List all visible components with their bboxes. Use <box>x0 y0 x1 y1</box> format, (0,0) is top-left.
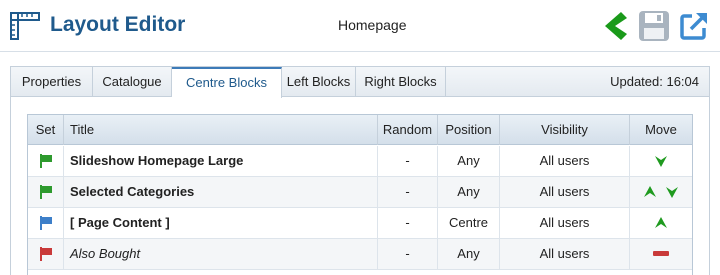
red-flag-icon[interactable] <box>39 247 53 261</box>
layout-ruler-icon <box>10 12 40 40</box>
move-up-icon[interactable] <box>643 185 657 199</box>
tab-catalogue[interactable]: Catalogue <box>93 67 172 97</box>
position-value: Any <box>438 146 500 176</box>
table-row[interactable]: Slideshow Homepage Large - Any All users <box>28 146 692 177</box>
green-flag-icon[interactable] <box>39 185 53 199</box>
position-value: Any <box>438 177 500 207</box>
random-value: - <box>378 239 438 269</box>
external-link-button[interactable] <box>676 8 712 44</box>
green-flag-icon[interactable] <box>39 154 53 168</box>
move-up-icon[interactable] <box>654 216 668 230</box>
column-header-set: Set <box>28 115 64 145</box>
column-header-title: Title <box>64 115 378 145</box>
blue-flag-icon[interactable] <box>39 216 53 230</box>
tab-right-blocks[interactable]: Right Blocks <box>356 67 446 97</box>
column-header-visibility: Visibility <box>500 115 630 145</box>
move-down-icon[interactable] <box>654 154 668 168</box>
back-arrow-icon <box>605 12 627 40</box>
external-link-icon <box>680 13 707 40</box>
app-title: Layout Editor <box>50 13 186 36</box>
blocks-table: Set Title Random Position Visibility Mov… <box>27 114 693 275</box>
random-value: - <box>378 146 438 176</box>
tab-properties[interactable]: Properties <box>11 67 93 97</box>
back-button[interactable] <box>596 8 632 44</box>
visibility-value: All users <box>500 208 630 238</box>
table-header: Set Title Random Position Visibility Mov… <box>28 115 692 145</box>
column-header-random: Random <box>378 115 438 145</box>
remove-minus-icon[interactable] <box>653 251 669 257</box>
block-title[interactable]: Selected Categories <box>64 177 378 207</box>
tab-left-blocks[interactable]: Left Blocks <box>282 67 356 97</box>
block-title[interactable]: Slideshow Homepage Large <box>64 146 378 176</box>
random-value: - <box>378 208 438 238</box>
tab-centre-blocks[interactable]: Centre Blocks <box>172 67 282 98</box>
save-button[interactable] <box>636 8 672 44</box>
table-row[interactable]: [ Page Content ] - Centre All users <box>28 208 692 239</box>
visibility-value: All users <box>500 239 630 269</box>
page-name: Homepage <box>338 17 407 33</box>
block-title[interactable]: [ Page Content ] <box>64 208 378 238</box>
updated-time: Updated: 16:04 <box>610 74 699 89</box>
block-title[interactable]: Also Bought <box>64 239 378 269</box>
random-value: - <box>378 177 438 207</box>
blocks-panel: Properties Catalogue Centre Blocks Left … <box>10 66 710 275</box>
position-value: Centre <box>438 208 500 238</box>
column-header-position: Position <box>438 115 500 145</box>
table-row[interactable]: Selected Categories - Any All users <box>28 177 692 208</box>
table-row[interactable]: Also Bought - Any All users <box>28 239 692 270</box>
position-value: Any <box>438 239 500 269</box>
tab-bar: Properties Catalogue Centre Blocks Left … <box>11 67 709 98</box>
app-header: Layout Editor Homepage <box>0 0 720 52</box>
visibility-value: All users <box>500 177 630 207</box>
visibility-value: All users <box>500 146 630 176</box>
move-down-icon[interactable] <box>665 185 679 199</box>
save-disk-icon <box>639 11 669 41</box>
column-header-move: Move <box>645 122 677 137</box>
